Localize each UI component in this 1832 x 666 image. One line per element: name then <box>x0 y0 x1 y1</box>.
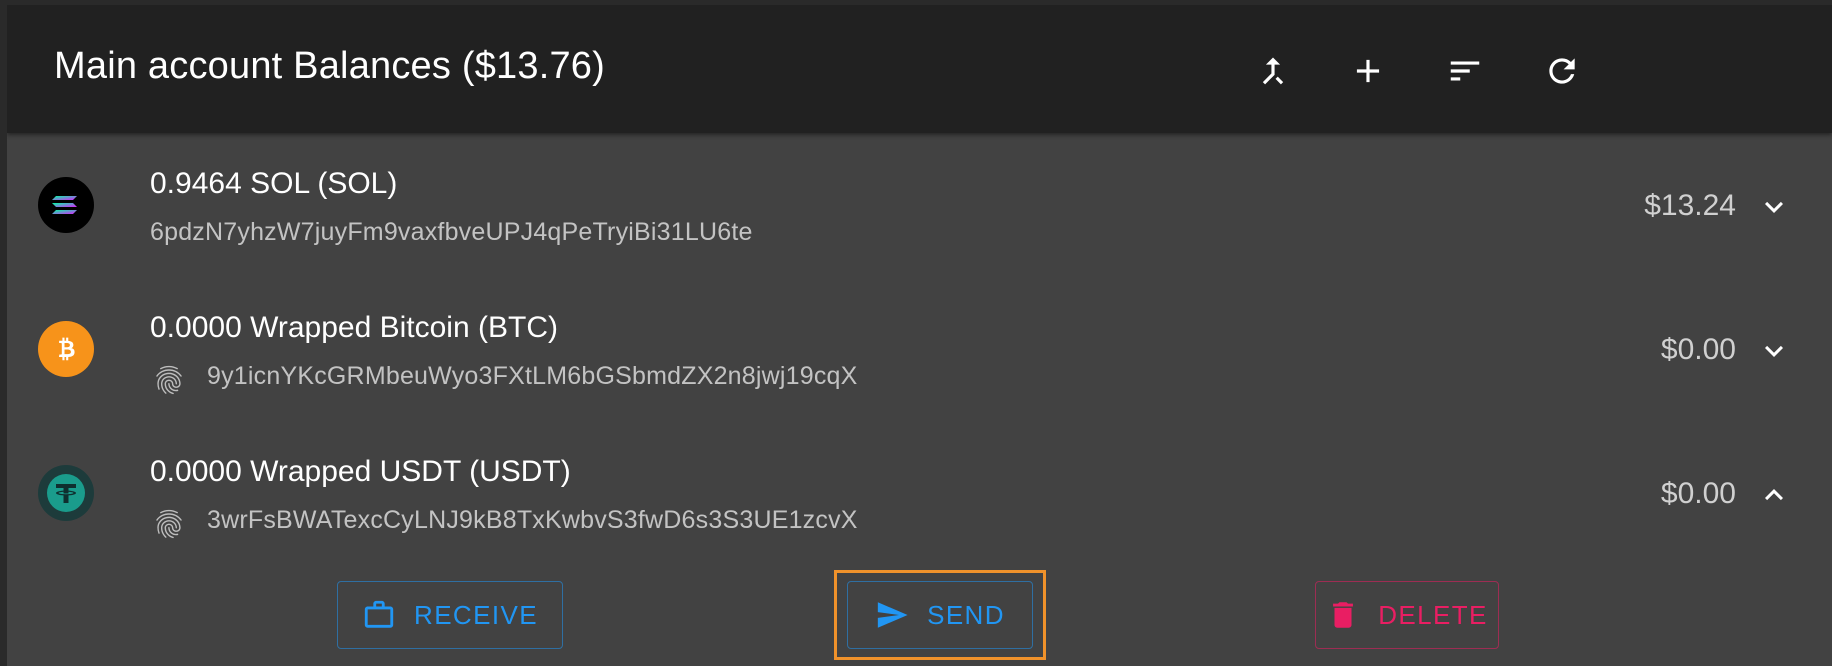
sort-button[interactable] <box>1437 43 1493 99</box>
token-row-sol[interactable]: 0.9464 SOL (SOL) 6pdzN7yhzW7juyFm9vaxfbv… <box>7 135 1832 279</box>
token-address: 3wrFsBWATexcCyLNJ9kB8TxKwbvS3fwD6s3S3UE1… <box>207 506 858 534</box>
receive-button[interactable]: RECEIVE <box>337 581 563 649</box>
token-row-btc[interactable]: 0.0000 Wrapped Bitcoin (BTC) 9y1icnYKcGR… <box>7 279 1832 423</box>
page-title: Main account Balances ($13.76) <box>54 45 605 87</box>
briefcase-icon <box>364 600 394 628</box>
tether-icon <box>38 465 94 521</box>
trash-icon <box>1333 602 1354 628</box>
app-frame: Main account Balances ($13.76) 0.9464 SO… <box>0 0 1832 666</box>
chevron-down-icon[interactable] <box>1756 333 1792 369</box>
balances-card: Main account Balances ($13.76) 0.9464 SO… <box>7 5 1832 666</box>
bitcoin-icon <box>38 321 94 377</box>
token-value: $0.00 <box>1660 333 1736 366</box>
sort-icon <box>1450 61 1480 81</box>
token-name: 0.9464 SOL (SOL) <box>150 167 398 200</box>
merge-icon <box>1262 57 1284 85</box>
send-label: SEND <box>927 599 1005 630</box>
token-name: 0.0000 Wrapped USDT (USDT) <box>150 455 571 488</box>
merge-accounts-button[interactable] <box>1245 43 1301 99</box>
chevron-up-icon[interactable] <box>1756 477 1792 513</box>
delete-label: DELETE <box>1378 599 1488 630</box>
token-address: 9y1icnYKcGRMbeuWyo3FXtLM6bGSbmdZX2n8jwj1… <box>207 362 858 390</box>
token-row-usdt[interactable]: 0.0000 Wrapped USDT (USDT) 3wrFsBWATexcC… <box>7 423 1832 567</box>
send-button[interactable]: SEND <box>847 581 1033 649</box>
plus-icon <box>1356 59 1380 83</box>
balances-header: Main account Balances ($13.76) <box>7 5 1832 133</box>
delete-button[interactable]: DELETE <box>1315 581 1499 649</box>
fingerprint-icon <box>152 363 186 397</box>
token-value: $13.24 <box>1644 189 1736 222</box>
chevron-down-icon[interactable] <box>1756 189 1792 225</box>
solana-icon <box>38 177 94 233</box>
fingerprint-icon <box>152 507 186 541</box>
refresh-icon <box>1549 58 1575 84</box>
token-address: 6pdzN7yhzW7juyFm9vaxfbveUPJ4qPeTryiBi31L… <box>150 218 753 246</box>
add-token-button[interactable] <box>1340 43 1396 99</box>
token-name: 0.0000 Wrapped Bitcoin (BTC) <box>150 311 558 344</box>
refresh-button[interactable] <box>1534 43 1590 99</box>
send-icon <box>877 602 908 628</box>
token-value: $0.00 <box>1660 477 1736 510</box>
receive-label: RECEIVE <box>414 599 538 630</box>
